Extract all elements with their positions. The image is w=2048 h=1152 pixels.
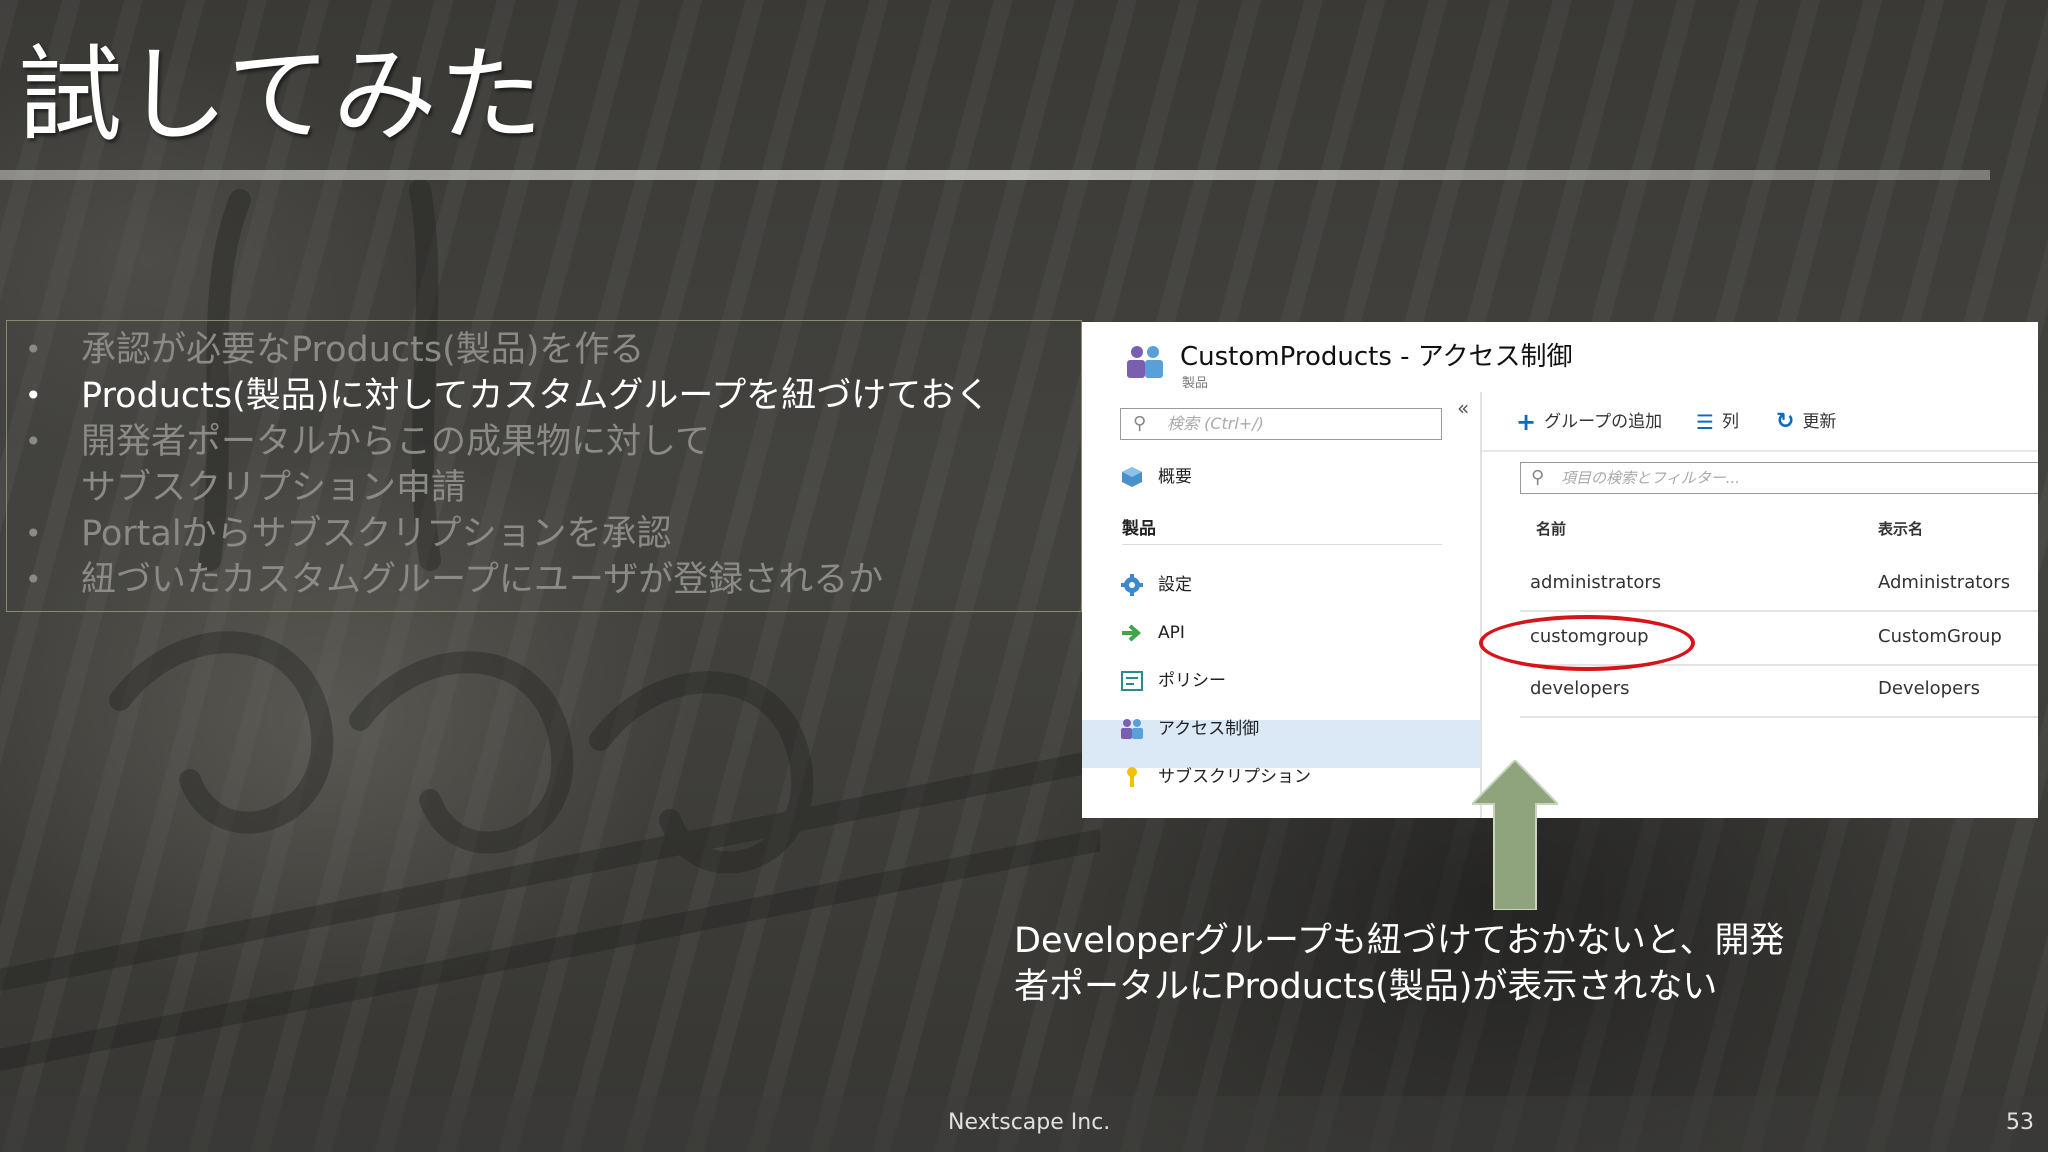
cube-icon [1122,467,1142,487]
gear-icon [1121,574,1143,596]
highlight-ellipse [1479,615,1695,671]
bullet-item: 開発者ポータルからこの成果物に対して [7,419,1081,465]
refresh-icon: ↻ [1776,409,1795,434]
people-group-icon [1121,719,1143,739]
search-icon: ⚲ [1531,467,1545,488]
collapse-menu-button[interactable]: « [1457,396,1469,420]
nav-item-settings[interactable]: 設定 [1120,566,1192,604]
bullet-item-continuation: サブスクリプション申請 [81,468,467,508]
group-name: administrators [1530,572,1662,593]
plus-icon: + [1516,408,1537,436]
toolbar-label: 更新 [1802,412,1837,432]
callout-note: Developerグループも紐づけておかないと、開発 者ポータルにProduct… [1014,918,1874,1010]
group-display-name: Administrators [1878,572,2011,593]
nav-item-subscriptions[interactable]: サブスクリプション [1120,758,1311,796]
group-name: developers [1530,678,1630,699]
bullet-item-active: Products(製品)に対してカスタムグループを紐づけておく [7,373,1081,419]
slide-title: 試してみた [18,34,545,156]
page-number: 53 [2006,1110,2034,1135]
group-display-name: Developers [1878,678,1980,699]
nav-label: ポリシー [1158,671,1226,691]
toolbar-label: グループの追加 [1544,412,1663,432]
nav-item-policy[interactable]: ポリシー [1120,662,1226,700]
bullet-item: 承認が必要なProducts(製品)を作る [7,327,1081,373]
search-icon: ⚲ [1133,413,1147,434]
toolbar-divider [1482,450,2038,452]
up-arrow-callout [1472,760,1558,910]
title-divider [0,170,1990,180]
group-display-name: CustomGroup [1878,626,2002,647]
bullet-item: Portalからサブスクリプションを承認 [7,511,1081,557]
search-placeholder: 検索 (Ctrl+/) [1167,414,1264,433]
blade-header: CustomProducts - アクセス制御 製品 [1082,322,2038,392]
columns-button[interactable]: ☰ 列 [1696,408,1739,436]
resource-menu: « ⚲ 検索 (Ctrl+/) 概要 製品 設定 API ポリシー アクセス制御… [1082,392,1482,818]
nav-label: API [1158,623,1185,643]
table-row[interactable]: developers Developers [1520,664,2038,718]
policy-icon [1121,671,1143,691]
section-divider [1122,544,1442,545]
nav-item-overview[interactable]: 概要 [1120,458,1192,496]
nav-label: 概要 [1158,467,1192,487]
bullet-item: 紐づいたカスタムグループにユーザが登録されるか [7,557,1081,603]
key-icon [1127,767,1137,787]
note-line: Developerグループも紐づけておかないと、開発 [1014,921,1785,961]
azure-portal-screenshot: CustomProducts - アクセス制御 製品 « ⚲ 検索 (Ctrl+… [1082,322,2038,818]
footer-company: Nextscape Inc. [948,1110,1111,1135]
bullet-list-box: 承認が必要なProducts(製品)を作る Products(製品)に対してカス… [6,320,1082,612]
blade-subtitle: 製品 [1182,376,1209,391]
refresh-button[interactable]: ↻ 更新 [1776,408,1836,436]
nav-label: アクセス制御 [1158,719,1260,739]
column-header-display-name[interactable]: 表示名 [1878,518,1923,539]
note-line: 者ポータルにProducts(製品)が表示されない [1014,967,1718,1007]
table-row[interactable]: administrators Administrators [1520,558,2038,612]
nav-item-access-control[interactable]: アクセス制御 [1120,710,1259,748]
menu-search-input[interactable]: ⚲ 検索 (Ctrl+/) [1120,408,1442,440]
api-arrow-icon [1122,624,1142,642]
filter-input[interactable]: ⚲ 項目の検索とフィルター... [1520,462,2038,494]
filter-placeholder: 項目の検索とフィルター... [1561,469,1741,487]
add-group-button[interactable]: + グループの追加 [1516,408,1662,436]
toolbar-label: 列 [1721,412,1739,432]
columns-icon: ☰ [1696,410,1714,434]
nav-label: サブスクリプション [1158,767,1311,787]
nav-item-api[interactable]: API [1120,614,1185,652]
column-header-name[interactable]: 名前 [1536,518,1566,539]
nav-label: 設定 [1158,575,1192,595]
nav-section-products: 製品 [1122,519,1156,539]
blade-title: CustomProducts - アクセス制御 [1180,342,1573,372]
people-group-icon [1127,346,1163,378]
